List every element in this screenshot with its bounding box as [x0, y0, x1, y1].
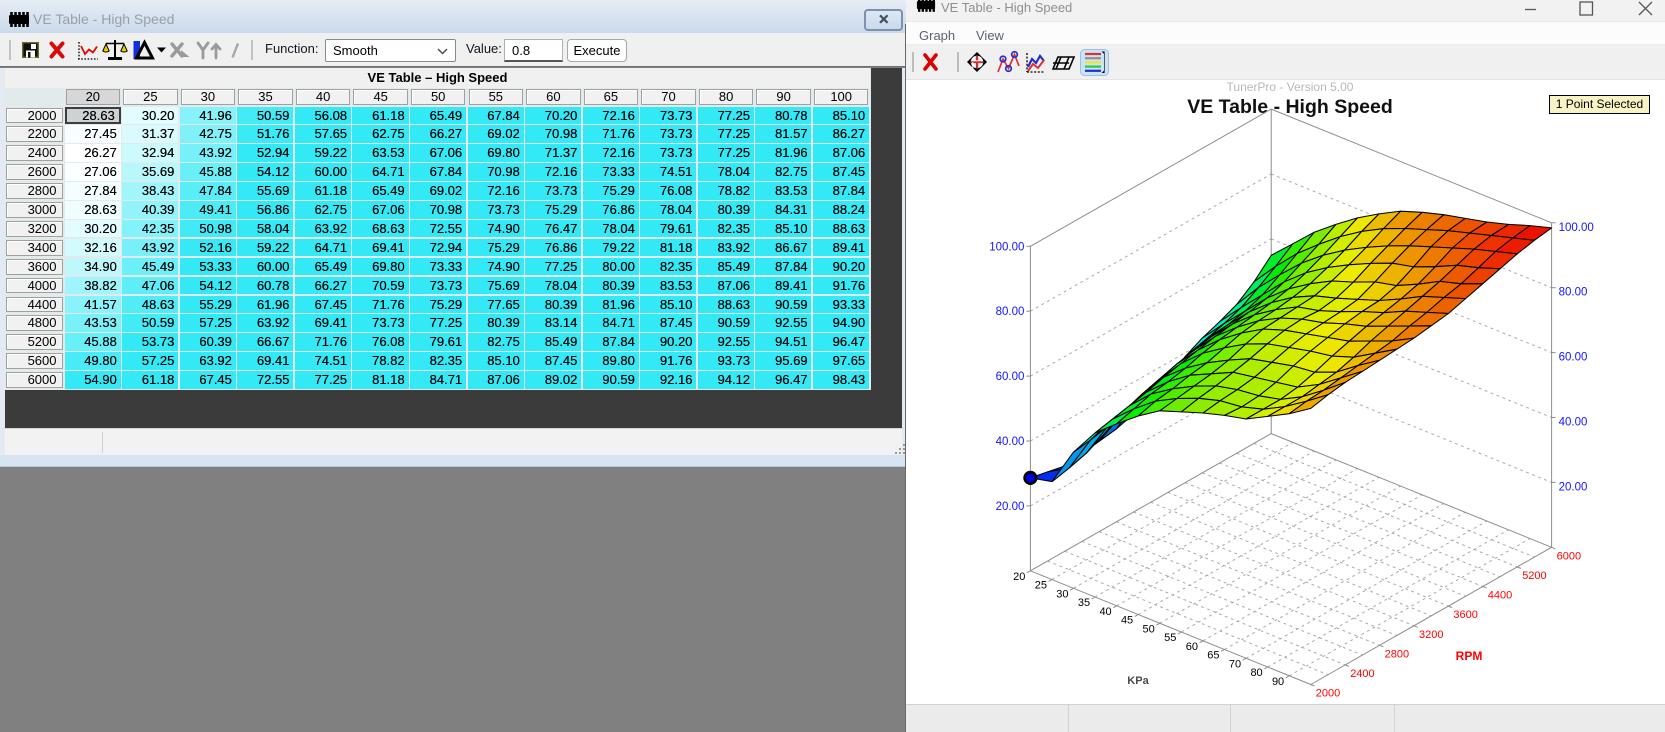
svg-text:3200: 3200 — [1419, 629, 1443, 641]
svg-text:2000: 2000 — [1316, 688, 1340, 700]
svg-text:40.00: 40.00 — [1559, 417, 1588, 429]
svg-text:60: 60 — [1186, 641, 1198, 653]
svg-text:4400: 4400 — [1488, 590, 1512, 602]
svg-text:55: 55 — [1164, 632, 1176, 644]
svg-text:RPM: RPM — [1456, 649, 1483, 663]
svg-text:50: 50 — [1143, 623, 1155, 635]
svg-text:35: 35 — [1078, 597, 1090, 609]
svg-text:2800: 2800 — [1385, 648, 1409, 660]
svg-text:2400: 2400 — [1350, 668, 1374, 680]
svg-text:6000: 6000 — [1557, 550, 1581, 562]
svg-text:20.00: 20.00 — [996, 501, 1025, 513]
svg-text:60.00: 60.00 — [996, 371, 1025, 383]
svg-text:25: 25 — [1035, 580, 1047, 592]
svg-text:80.00: 80.00 — [1559, 287, 1588, 299]
svg-text:40: 40 — [1099, 606, 1111, 618]
svg-text:70: 70 — [1229, 658, 1241, 670]
svg-text:100.00: 100.00 — [1559, 222, 1594, 234]
svg-text:65: 65 — [1207, 650, 1219, 662]
svg-text:90: 90 — [1272, 676, 1284, 688]
svg-text:30: 30 — [1056, 588, 1068, 600]
svg-text:60.00: 60.00 — [1559, 352, 1588, 364]
svg-text:20.00: 20.00 — [1559, 481, 1588, 493]
svg-text:5200: 5200 — [1522, 570, 1546, 582]
svg-text:KPa: KPa — [1127, 675, 1149, 687]
svg-text:40.00: 40.00 — [996, 436, 1025, 448]
svg-text:20: 20 — [1013, 571, 1025, 583]
svg-text:45: 45 — [1121, 615, 1133, 627]
svg-text:100.00: 100.00 — [989, 241, 1024, 253]
svg-text:80: 80 — [1250, 667, 1262, 679]
svg-text:80.00: 80.00 — [996, 306, 1025, 318]
svg-text:3600: 3600 — [1453, 609, 1477, 621]
